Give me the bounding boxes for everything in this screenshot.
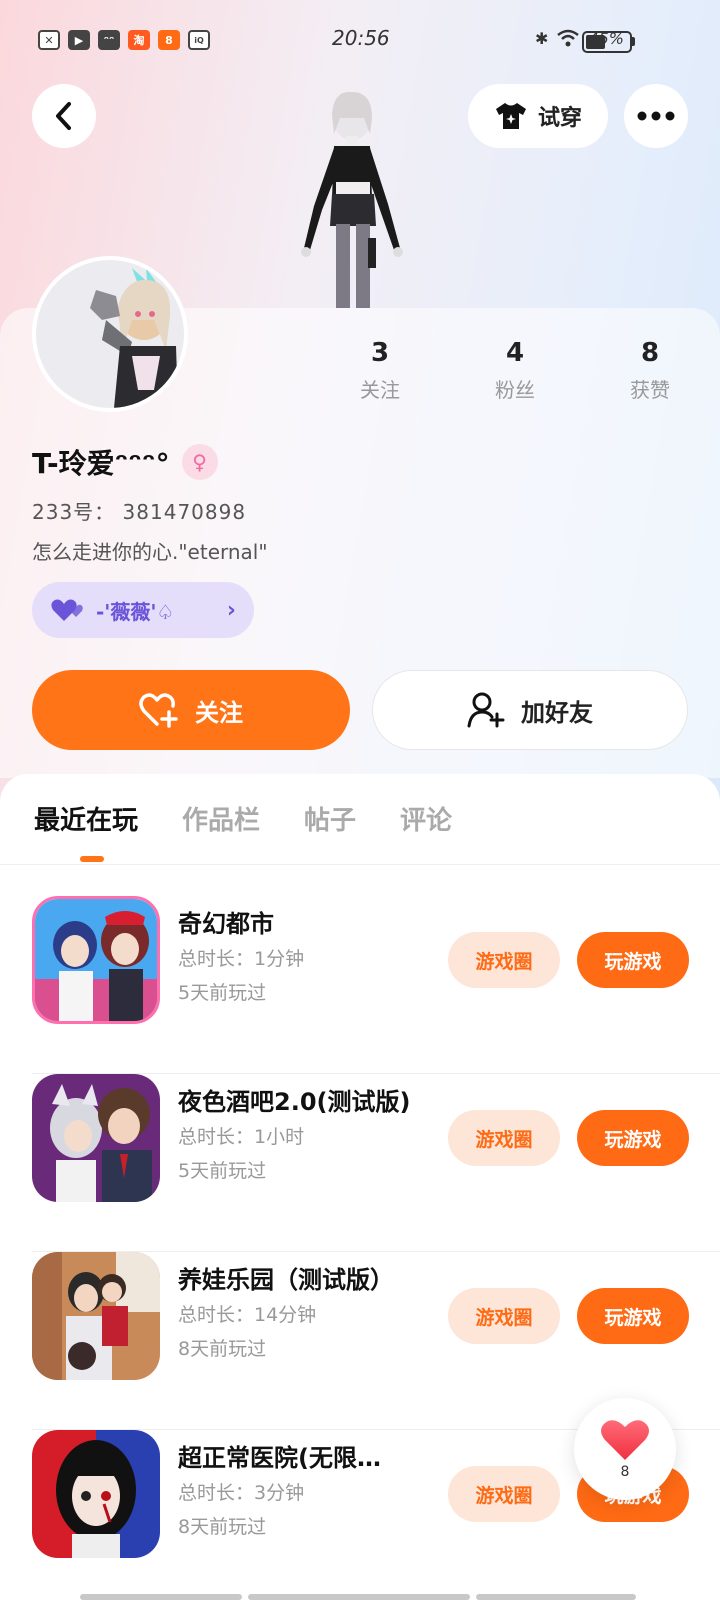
follow-label: 关注 xyxy=(195,698,243,727)
like-count: 8 xyxy=(620,1464,630,1480)
add-friend-button[interactable]: 加好友 xyxy=(372,670,688,750)
game-icon xyxy=(32,896,160,1024)
game-duration: 总时长：1分钟 xyxy=(178,948,305,970)
heart-plus-icon xyxy=(139,693,178,728)
uid-label: 233号： xyxy=(32,500,116,524)
hearts-icon xyxy=(51,599,83,621)
stat-label: 关注 xyxy=(360,378,400,402)
tabs-divider xyxy=(0,864,720,865)
like-button[interactable]: 8 xyxy=(574,1398,676,1500)
game-last-played: 5天前玩过 xyxy=(178,1160,267,1182)
play-game-button[interactable]: 玩游戏 xyxy=(577,932,689,988)
game-title: 超正常医院(无限… xyxy=(178,1444,381,1472)
home-indicator xyxy=(80,1594,636,1600)
heart-icon xyxy=(601,1420,649,1460)
game-icon xyxy=(32,1252,160,1380)
game-title: 养娃乐园（测试版） xyxy=(178,1266,394,1294)
try-on-button[interactable]: 试穿 xyxy=(468,84,608,148)
list-item[interactable]: 夜色酒吧2.0(测试版) 总时长：1小时 5天前玩过 游戏圈 玩游戏 xyxy=(32,1074,720,1252)
wifi-icon xyxy=(557,29,580,47)
avatar-3d-figure[interactable] xyxy=(290,88,420,308)
app-icon: 8 xyxy=(158,30,180,50)
bilibili-icon: ᵔᵔ xyxy=(98,30,120,50)
stat-followers[interactable]: 4 粉丝 xyxy=(465,338,565,403)
uid-value: 381470898 xyxy=(122,500,247,524)
follow-button[interactable]: 关注 xyxy=(32,670,350,750)
avatar[interactable] xyxy=(32,256,188,412)
notification-icons: ✕ ▶ ᵔᵔ 淘 8 iQ xyxy=(38,30,210,50)
battery-tip xyxy=(632,37,635,46)
try-on-label: 试穿 xyxy=(537,106,582,131)
back-button[interactable] xyxy=(32,84,96,148)
game-last-played: 8天前玩过 xyxy=(178,1338,267,1360)
username-row: T-玲爱ᵔᵔᵔ° ♀ xyxy=(32,442,218,482)
game-circle-button[interactable]: 游戏圈 xyxy=(448,1288,560,1344)
list-item[interactable]: 奇幻都市 总时长：1分钟 5天前玩过 游戏圈 玩游戏 xyxy=(32,896,720,1074)
game-title: 夜色酒吧2.0(测试版) xyxy=(178,1088,411,1116)
female-gender-icon: ♀ xyxy=(181,444,218,480)
tshirt-icon xyxy=(495,103,526,129)
game-circle-button[interactable]: 游戏圈 xyxy=(448,1110,560,1166)
stat-label: 粉丝 xyxy=(495,378,535,402)
stat-likes[interactable]: 8 获赞 xyxy=(600,338,700,403)
tab-posts[interactable]: 帖子 xyxy=(304,800,356,837)
game-last-played: 8天前玩过 xyxy=(178,1516,267,1538)
bio: 怎么走进你的心."eternal" xyxy=(32,540,268,564)
profile-stats: 3 关注 4 粉丝 8 获赞 xyxy=(330,338,700,403)
user-id[interactable]: 233号： 381470898 xyxy=(32,496,246,525)
username: T-玲爱ᵔᵔᵔ° xyxy=(32,447,170,480)
list-item[interactable]: 养娃乐园（测试版） 总时长：14分钟 8天前玩过 游戏圈 玩游戏 xyxy=(32,1252,720,1430)
game-duration: 总时长：1小时 xyxy=(178,1126,305,1148)
tab-works[interactable]: 作品栏 xyxy=(182,800,260,837)
game-duration: 总时长：3分钟 xyxy=(178,1482,305,1504)
stat-following[interactable]: 3 关注 xyxy=(330,338,430,403)
profile-tabs: 最近在玩 作品栏 帖子 评论 xyxy=(34,800,452,837)
more-dots-icon xyxy=(637,111,675,121)
game-circle-button[interactable]: 游戏圈 xyxy=(448,932,560,988)
tab-comments[interactable]: 评论 xyxy=(400,800,452,837)
game-icon xyxy=(32,1074,160,1202)
add-friend-label: 加好友 xyxy=(521,698,593,727)
club-name: -'薇薇'♤ xyxy=(96,599,175,624)
status-bar: ✕ ▶ ᵔᵔ 淘 8 iQ 20:56 ✱ 45% xyxy=(0,0,720,80)
stat-value: 4 xyxy=(505,338,525,368)
game-icon xyxy=(32,1430,160,1558)
video-icon: ▶ xyxy=(68,30,90,50)
game-circle-button[interactable]: 游戏圈 xyxy=(448,1466,560,1522)
add-user-icon xyxy=(467,692,505,728)
taobao-icon: 淘 xyxy=(128,30,150,50)
stat-value: 3 xyxy=(370,338,390,368)
chevron-left-icon xyxy=(56,102,71,130)
stat-label: 获赞 xyxy=(630,378,670,402)
bluetooth-icon: ✱ xyxy=(535,28,549,48)
game-title: 奇幻都市 xyxy=(178,910,274,938)
status-time: 20:56 xyxy=(332,26,390,50)
play-game-button[interactable]: 玩游戏 xyxy=(577,1110,689,1166)
play-game-button[interactable]: 玩游戏 xyxy=(577,1288,689,1344)
club-badge[interactable]: -'薇薇'♤ › xyxy=(32,582,254,638)
avatar-image xyxy=(36,260,184,408)
tab-recent-played[interactable]: 最近在玩 xyxy=(34,800,138,837)
game-last-played: 5天前玩过 xyxy=(178,982,267,1004)
battery-level xyxy=(586,35,605,49)
chevron-right-icon: › xyxy=(226,597,236,623)
stat-value: 8 xyxy=(640,338,660,368)
iqiyi-icon: iQ xyxy=(188,30,210,50)
tab-active-indicator xyxy=(80,856,104,862)
game-duration: 总时长：14分钟 xyxy=(178,1304,317,1326)
more-button[interactable] xyxy=(624,84,688,148)
battery-icon xyxy=(582,31,632,53)
no-sim-icon: ✕ xyxy=(38,30,60,50)
